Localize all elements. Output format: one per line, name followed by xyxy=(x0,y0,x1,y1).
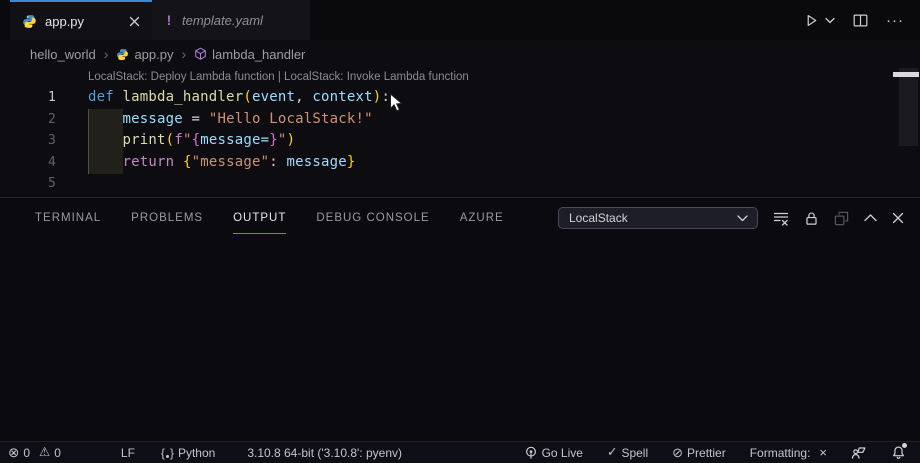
breadcrumb-label: lambda_handler xyxy=(212,47,305,62)
prettier-label: Prettier xyxy=(687,446,726,460)
yaml-warning-icon: ! xyxy=(164,12,174,28)
chevron-down-icon xyxy=(737,215,748,222)
slash-circle-icon: ⊘ xyxy=(672,446,683,459)
language-label: Python xyxy=(178,446,215,460)
bottom-panel: TERMINAL PROBLEMS OUTPUT DEBUG CONSOLE A… xyxy=(0,198,920,441)
feedback-icon[interactable] xyxy=(851,445,867,460)
output-panel-content[interactable] xyxy=(0,238,920,441)
lock-auto-scroll-icon[interactable] xyxy=(804,211,819,226)
breadcrumb: hello_world › app.py › lambda_handler xyxy=(0,40,920,68)
language-mode[interactable]: {} Python xyxy=(161,446,215,460)
code-text: def lambda_handler(event, context): xyxy=(88,87,390,109)
breadcrumb-item-folder[interactable]: hello_world xyxy=(30,47,96,62)
python-interpreter[interactable]: 3.10.8 64-bit ('3.10.8': pyenv) xyxy=(247,446,402,460)
line-number[interactable]: 1 xyxy=(0,87,56,109)
status-bar: ⊗ 0 ⚠ 0 LF {} Python 3.10.8 64-bit ('3.1… xyxy=(0,441,920,463)
errors-icon: ⊗ xyxy=(8,446,19,460)
check-icon: ✓ xyxy=(607,446,617,459)
formatting-status[interactable]: Formatting: × xyxy=(750,445,827,460)
python-file-icon xyxy=(22,14,37,29)
more-actions-icon[interactable]: ··· xyxy=(886,12,904,29)
tab-label: template.yaml xyxy=(182,13,263,28)
code-text: print(f"{message=}") xyxy=(88,130,295,152)
tab-label: app.py xyxy=(45,14,84,29)
split-editor-icon[interactable] xyxy=(853,14,868,27)
broadcast-icon xyxy=(524,446,538,460)
code-line-4[interactable]: 4 return {"message": message} xyxy=(0,152,920,174)
editor-actions: ··· xyxy=(804,0,920,40)
panel-action-icons xyxy=(773,211,904,226)
codelens-localstack-actions[interactable]: LocalStack: Deploy Lambda function | Loc… xyxy=(88,71,469,83)
tab-template-yaml[interactable]: ! template.yaml xyxy=(152,0,310,40)
panel-tab-azure[interactable]: AZURE xyxy=(460,198,504,238)
go-live-button[interactable]: Go Live xyxy=(524,446,583,460)
editor-tab-bar: app.py ! template.yaml ··· xyxy=(0,0,920,40)
panel-tab-debug-console[interactable]: DEBUG CONSOLE xyxy=(316,198,429,238)
breadcrumb-separator: › xyxy=(180,46,187,62)
prettier-status[interactable]: ⊘ Prettier xyxy=(672,446,726,460)
spell-label: Spell xyxy=(621,446,648,460)
code-line-5[interactable]: 5 xyxy=(0,173,920,195)
maximize-panel-chevron-up-icon[interactable] xyxy=(864,214,877,222)
x-icon: × xyxy=(819,445,827,460)
braces-icon: {} xyxy=(161,447,174,459)
breadcrumb-item-file[interactable]: app.py xyxy=(116,47,173,62)
notification-dot xyxy=(902,443,907,448)
go-live-label: Go Live xyxy=(542,446,583,460)
formatting-label: Formatting: xyxy=(750,446,811,460)
line-number[interactable]: 2 xyxy=(0,109,56,131)
panel-header: TERMINAL PROBLEMS OUTPUT DEBUG CONSOLE A… xyxy=(0,198,920,238)
python-file-icon xyxy=(116,48,129,61)
code-line-2[interactable]: 2 message = "Hello LocalStack!" xyxy=(0,109,920,131)
clear-output-icon[interactable] xyxy=(773,211,789,226)
problems-status[interactable]: ⊗ 0 ⚠ 0 xyxy=(8,446,61,460)
eol-indicator[interactable]: LF xyxy=(121,446,135,460)
overview-ruler-cursor-marker xyxy=(893,72,919,77)
symbol-cube-icon xyxy=(194,47,207,61)
run-python-file-icon[interactable] xyxy=(804,13,819,28)
code-text: return {"message": message} xyxy=(88,152,356,174)
output-channel-value: LocalStack xyxy=(569,211,628,225)
line-number[interactable]: 3 xyxy=(0,130,56,152)
close-icon[interactable] xyxy=(129,16,140,27)
line-number[interactable]: 5 xyxy=(0,173,56,195)
notifications-bell-icon[interactable] xyxy=(891,445,906,460)
breadcrumb-label: app.py xyxy=(134,47,173,62)
code-editor[interactable]: LocalStack: Deploy Lambda function | Loc… xyxy=(0,68,920,197)
output-channel-select[interactable]: LocalStack xyxy=(558,207,758,229)
tab-app-py[interactable]: app.py xyxy=(10,0,152,40)
run-options-chevron-down-icon[interactable] xyxy=(825,17,835,24)
editor-scrollbar[interactable] xyxy=(899,68,918,146)
breadcrumb-label: hello_world xyxy=(30,47,96,62)
spell-checker-status[interactable]: ✓ Spell xyxy=(607,446,648,460)
code-line-3[interactable]: 3 print(f"{message=}") xyxy=(0,130,920,152)
close-panel-icon[interactable] xyxy=(892,212,904,224)
panel-tab-terminal[interactable]: TERMINAL xyxy=(35,198,101,238)
breadcrumb-item-symbol[interactable]: lambda_handler xyxy=(194,47,305,62)
breadcrumb-separator: › xyxy=(103,46,110,62)
code-line-1[interactable]: 1 def lambda_handler(event, context): xyxy=(0,87,920,109)
open-output-in-editor-icon[interactable] xyxy=(834,211,849,226)
line-number[interactable]: 4 xyxy=(0,152,56,174)
panel-tab-problems[interactable]: PROBLEMS xyxy=(131,198,203,238)
warnings-count: 0 xyxy=(54,446,61,460)
errors-count: 0 xyxy=(23,446,30,460)
warnings-icon: ⚠ xyxy=(39,446,50,459)
code-text: message = "Hello LocalStack!" xyxy=(88,109,373,131)
mouse-pointer-cursor xyxy=(389,93,403,113)
panel-tab-output[interactable]: OUTPUT xyxy=(233,198,286,238)
code-lines: 1def lambda_handler(event, context):2 me… xyxy=(0,87,920,195)
